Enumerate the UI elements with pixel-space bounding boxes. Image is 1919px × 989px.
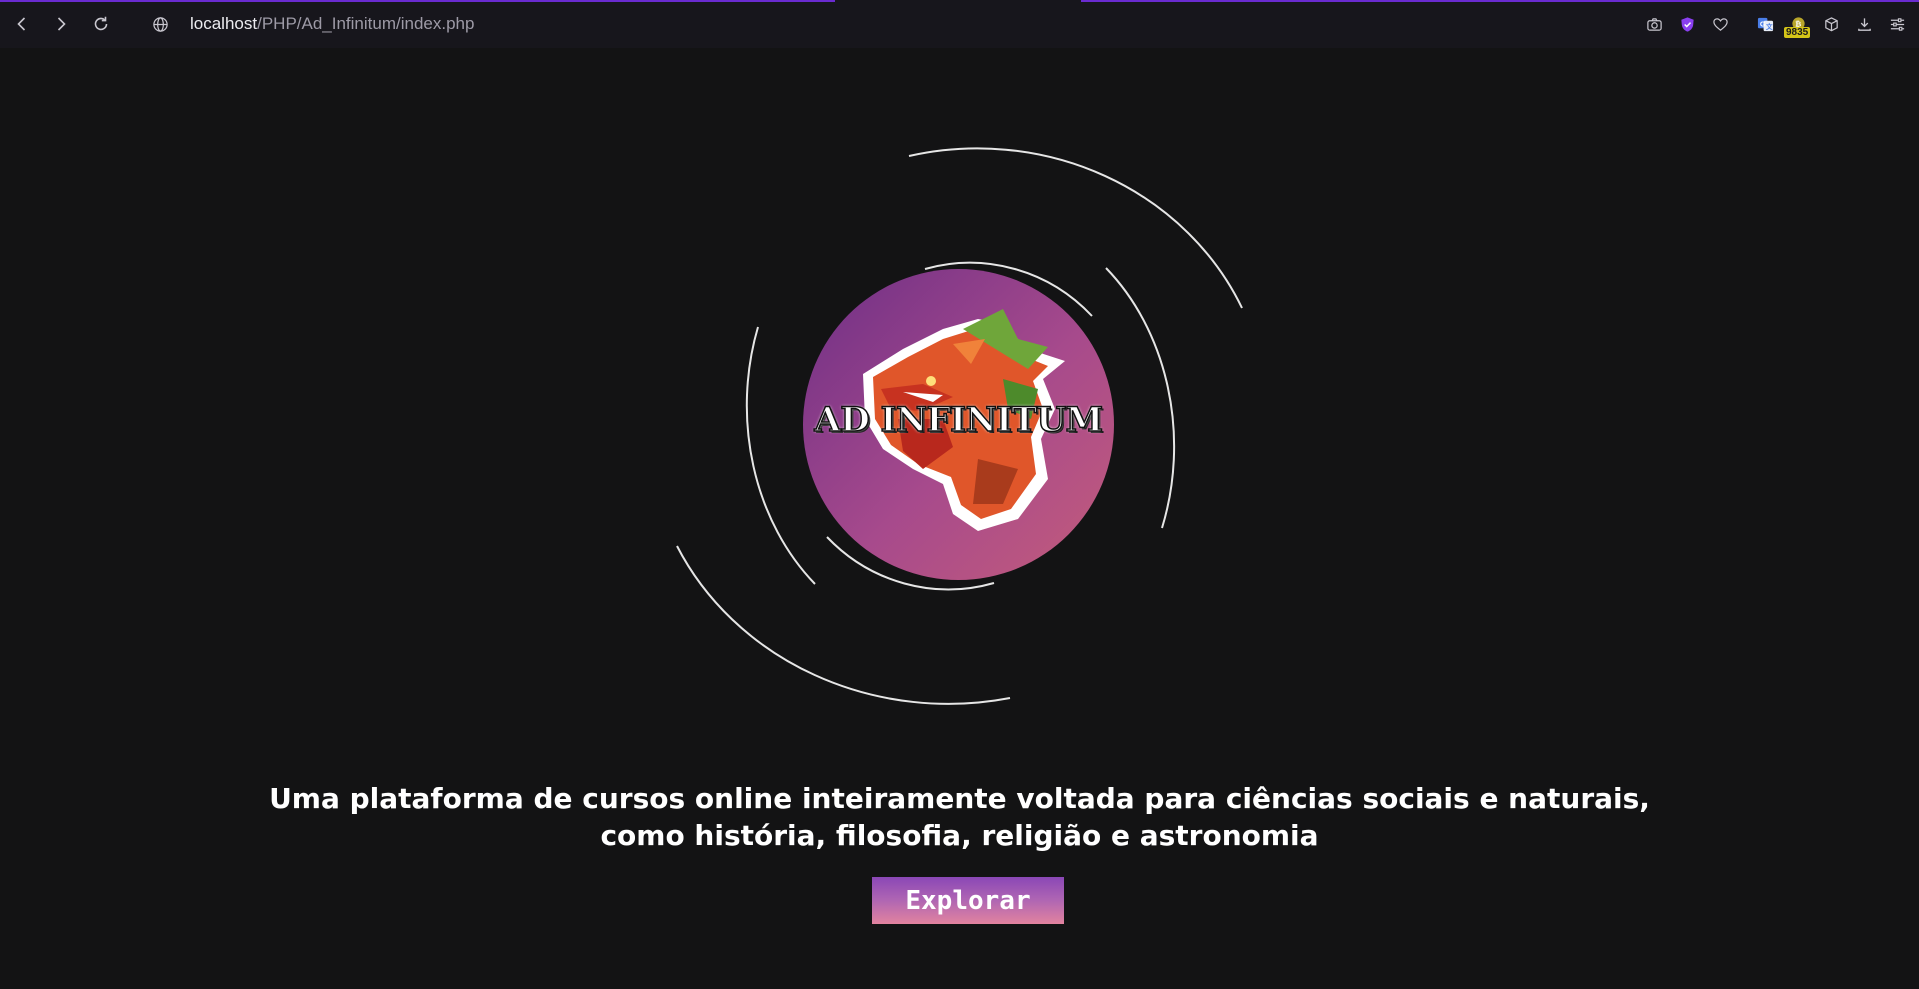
loading-indicator-left xyxy=(0,0,835,2)
url-path: /PHP/Ad_Infinitum/index.php xyxy=(257,14,475,33)
wallet-badge: 9835 xyxy=(1784,27,1811,38)
browser-toolbar: localhost/PHP/Ad_Infinitum/index.php G文 … xyxy=(0,0,1919,48)
loading-indicator-right xyxy=(1081,0,1919,2)
reload-icon xyxy=(94,16,108,31)
forward-button[interactable] xyxy=(49,12,73,36)
chevron-left-icon xyxy=(17,17,26,31)
hero-tagline: Uma plataforma de cursos online inteiram… xyxy=(0,780,1919,854)
sliders-icon[interactable] xyxy=(1885,12,1909,36)
shield-check-icon[interactable] xyxy=(1675,12,1699,36)
reload-button[interactable] xyxy=(89,12,113,36)
chevron-right-icon xyxy=(57,17,66,31)
url-text: localhost/PHP/Ad_Infinitum/index.php xyxy=(190,14,474,34)
url-host: localhost xyxy=(190,14,258,33)
globe-icon xyxy=(146,10,174,38)
tagline-line-1: Uma plataforma de cursos online inteiram… xyxy=(269,782,1650,815)
wallet-icon[interactable]: ₿ 9835 xyxy=(1784,12,1811,38)
download-icon[interactable] xyxy=(1852,12,1876,36)
logo-badge: AD INFINITUM xyxy=(803,269,1114,580)
cube-icon[interactable] xyxy=(1819,12,1843,36)
back-button[interactable] xyxy=(10,12,34,36)
tagline-line-2: como história, filosofia, religião e ast… xyxy=(600,819,1319,852)
heart-icon[interactable] xyxy=(1708,12,1732,36)
address-bar[interactable]: localhost/PHP/Ad_Infinitum/index.php xyxy=(146,10,474,38)
orbit-arc-mid-right xyxy=(1105,267,1176,529)
hero-section: AD INFINITUM Uma plataforma de cursos on… xyxy=(0,48,1919,989)
explore-button[interactable]: Explorar xyxy=(872,877,1064,924)
camera-icon[interactable] xyxy=(1642,12,1666,36)
toolbar-icons: G文 ₿ 9835 xyxy=(1633,12,1909,38)
svg-text:文: 文 xyxy=(1765,22,1772,31)
svg-text:G: G xyxy=(1759,19,1765,28)
translate-icon[interactable]: G文 xyxy=(1753,12,1777,36)
logo-text: AD INFINITUM xyxy=(814,399,1104,441)
